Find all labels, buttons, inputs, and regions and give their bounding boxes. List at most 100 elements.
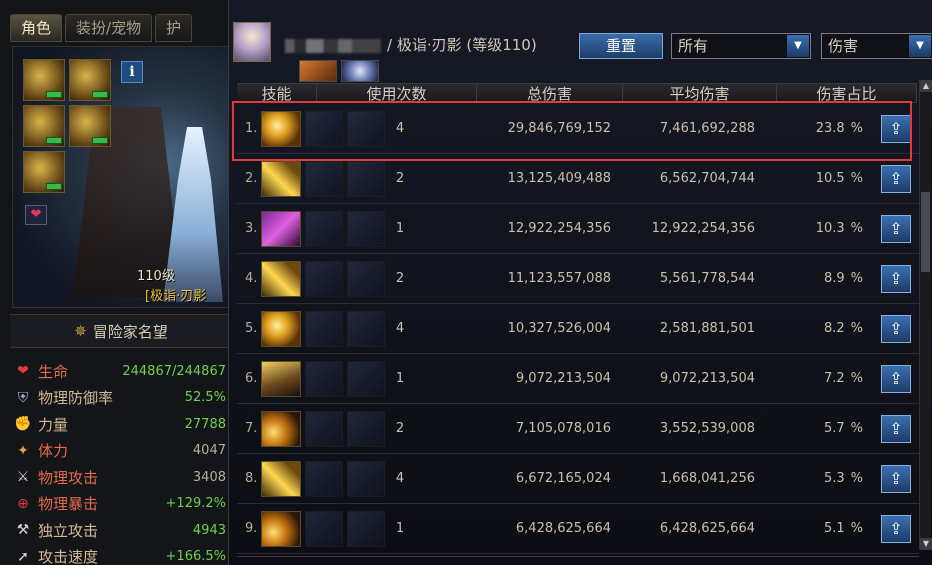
average-damage: 7,461,692,288 <box>659 121 755 136</box>
stat-value: 52.5% <box>184 390 226 406</box>
scroll-down-icon[interactable]: ▼ <box>920 538 932 550</box>
percent-unit: % <box>850 271 863 286</box>
table-row[interactable]: 1. 4 29,846,769,152 7,461,692,288 23.8% ⇪ <box>237 104 919 154</box>
share-icon[interactable]: ⇪ <box>881 115 911 143</box>
faded-icon <box>347 411 385 447</box>
average-damage: 3,552,539,008 <box>659 421 755 436</box>
column-header-average-damage: 平均伤害 <box>623 84 777 103</box>
percent-unit: % <box>850 371 863 386</box>
skill-icon[interactable] <box>261 261 301 297</box>
skill-icon[interactable] <box>261 461 301 497</box>
skill-icon[interactable] <box>261 311 301 347</box>
total-damage: 11,123,557,088 <box>507 271 611 286</box>
sword-icon: ⚔ <box>16 469 30 486</box>
share-icon[interactable]: ⇪ <box>881 415 911 443</box>
fame-icon: ✵ <box>74 322 87 340</box>
average-damage: 5,561,778,544 <box>659 271 755 286</box>
scroll-thumb[interactable] <box>921 192 930 272</box>
damage-share: 7.2% <box>803 354 863 404</box>
table-row[interactable]: 2. 2 13,125,409,488 6,562,704,744 10.5% ⇪ <box>237 154 919 204</box>
average-damage: 12,922,254,356 <box>651 221 755 236</box>
tab-costume-pet[interactable]: 装扮/宠物 <box>65 14 153 42</box>
filter-dropdown[interactable]: 所有 ▼ <box>671 33 811 59</box>
table-row[interactable]: 7. 2 7,105,078,016 3,552,539,008 5.7% ⇪ <box>237 404 919 454</box>
damage-share: 5.1% <box>803 504 863 554</box>
stat-name: 物理防御率 <box>38 389 114 408</box>
reset-button[interactable]: 重置 <box>579 33 663 59</box>
stat-name: 体力 <box>38 442 69 461</box>
damage-share: 10.3% <box>803 204 863 254</box>
type-dropdown-value: 伤害 <box>828 37 859 55</box>
average-damage: 2,581,881,501 <box>659 321 755 336</box>
table-row[interactable]: 9. 1 6,428,625,664 6,428,625,664 5.1% ⇪ <box>237 504 919 554</box>
chevron-down-icon[interactable]: ▼ <box>787 35 809 57</box>
shield-icon: ⛨ <box>17 389 29 406</box>
faded-icon <box>305 511 343 547</box>
table-row[interactable]: 5. 4 10,327,526,004 2,581,881,501 8.2% ⇪ <box>237 304 919 354</box>
character-level: 110级 <box>137 269 175 284</box>
stat-name: 力量 <box>38 415 69 434</box>
equipment-slot[interactable] <box>69 105 111 147</box>
column-header-uses: 使用次数 <box>317 84 477 103</box>
chevron-down-icon[interactable]: ▼ <box>909 35 931 57</box>
column-header-damage-share: 伤害占比 <box>777 84 917 103</box>
damage-share: 8.9% <box>803 254 863 304</box>
buff-icon <box>341 60 379 82</box>
share-icon[interactable]: ⇪ <box>881 315 911 343</box>
stat-row: ⚔ 物理攻击 3408 <box>12 464 226 491</box>
equipment-slot[interactable] <box>23 59 65 101</box>
column-header-total-damage: 总伤害 <box>477 84 623 103</box>
table-row[interactable]: 6. 1 9,072,213,504 9,072,213,504 7.2% ⇪ <box>237 354 919 404</box>
skill-icon[interactable] <box>261 211 301 247</box>
type-dropdown[interactable]: 伤害 ▼ <box>821 33 932 59</box>
percent-unit: % <box>850 221 863 236</box>
independent-attack-icon: ⚒ <box>16 522 30 539</box>
damage-share-value: 23.8 <box>815 121 845 136</box>
equipment-slot[interactable] <box>23 105 65 147</box>
percent-unit: % <box>850 471 863 486</box>
share-icon[interactable]: ⇪ <box>881 465 911 493</box>
equipment-slot[interactable] <box>69 59 111 101</box>
info-icon[interactable]: i <box>121 61 143 83</box>
total-damage: 6,428,625,664 <box>515 521 611 536</box>
skill-icon[interactable] <box>261 111 301 147</box>
stat-name: 物理暴击 <box>38 495 99 514</box>
share-icon[interactable]: ⇪ <box>881 515 911 543</box>
heart-icon[interactable]: ❤ <box>25 205 47 225</box>
stat-name: 生命 <box>38 362 69 381</box>
equipment-slot[interactable] <box>23 151 65 193</box>
skill-icon[interactable] <box>261 511 301 547</box>
total-damage: 12,922,254,356 <box>507 221 611 236</box>
tab-protection[interactable]: 护 <box>155 14 193 42</box>
tab-character[interactable]: 角色 <box>10 14 63 42</box>
share-icon[interactable]: ⇪ <box>881 265 911 293</box>
table-row[interactable]: 4. 2 11,123,557,088 5,561,778,544 8.9% ⇪ <box>237 254 919 304</box>
scrollbar[interactable]: ▲ ▼ <box>919 80 932 550</box>
skill-icon[interactable] <box>261 161 301 197</box>
scroll-up-icon[interactable]: ▲ <box>920 80 932 92</box>
filter-dropdown-value: 所有 <box>678 37 709 55</box>
column-header-skill: 技能 <box>237 84 317 103</box>
damage-share: 10.5% <box>803 154 863 204</box>
buff-icons <box>299 60 379 82</box>
share-icon[interactable]: ⇪ <box>881 365 911 393</box>
total-damage: 13,125,409,488 <box>507 171 611 186</box>
average-damage: 1,668,041,256 <box>659 471 755 486</box>
skill-icon[interactable] <box>261 361 301 397</box>
skill-icon[interactable] <box>261 411 301 447</box>
table-row[interactable]: 3. 1 12,922,254,356 12,922,254,356 10.3% ⇪ <box>237 204 919 254</box>
average-damage: 6,428,625,664 <box>659 521 755 536</box>
stat-name: 攻击速度 <box>38 548 99 565</box>
total-damage: 6,672,165,024 <box>515 471 611 486</box>
share-icon[interactable]: ⇪ <box>881 215 911 243</box>
stat-row: ✊ 力量 27788 <box>12 411 226 438</box>
stats-list: ❤ 生命 244867/244867 ⛨ 物理防御率 52.5% ✊ 力量 27788 ✦ 体力 40… <box>12 358 226 565</box>
damage-share-value: 10.5 <box>815 171 845 186</box>
table-row[interactable]: 8. 4 6,672,165,024 1,668,041,256 5.3% ⇪ <box>237 454 919 504</box>
stat-value: 4943 <box>192 522 226 538</box>
damage-stats-panel: / 极诣·刃影 (等级110) 重置 所有 ▼ 伤害 ▼ 技能 使用次数 总伤害… <box>228 0 932 565</box>
stat-row: ⛨ 物理防御率 52.5% <box>12 385 226 412</box>
share-icon[interactable]: ⇪ <box>881 165 911 193</box>
use-count: 4 <box>395 121 405 136</box>
faded-icon <box>305 161 343 197</box>
